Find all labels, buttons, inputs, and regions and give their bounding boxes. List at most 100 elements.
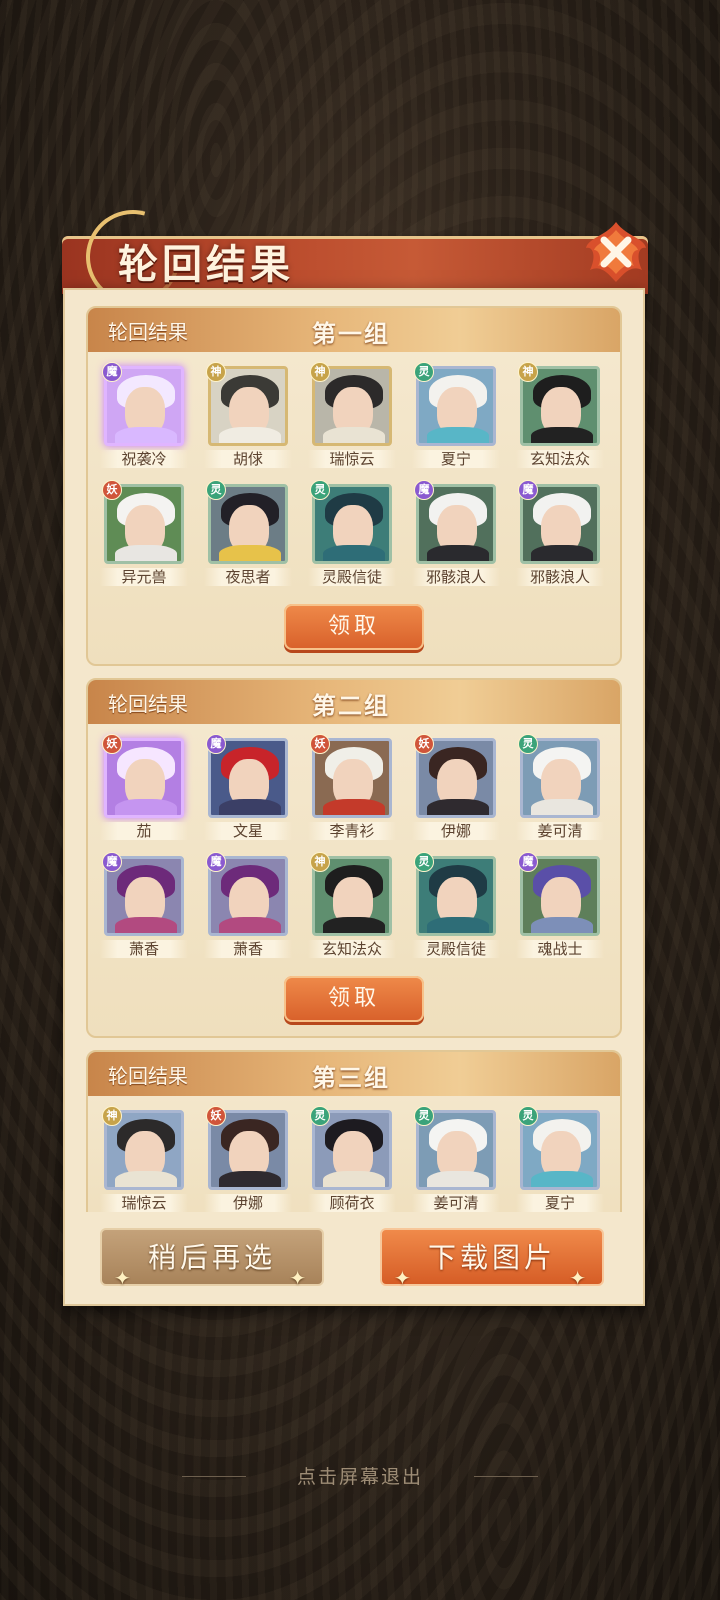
character-name: 伊娜 (204, 1194, 292, 1212)
character-card[interactable]: 妖伊娜 (412, 734, 500, 842)
claim-button[interactable]: 领取 (284, 604, 424, 650)
character-card[interactable]: 灵灵殿信徒 (308, 480, 396, 588)
faction-badge: 神 (102, 1106, 122, 1126)
claim-button[interactable]: 领取 (284, 976, 424, 1022)
character-card[interactable]: 神玄知法众 (516, 362, 604, 470)
faction-badge: 魔 (102, 362, 122, 382)
faction-badge: 灵 (310, 1106, 330, 1126)
group-name: 第三组 (312, 1063, 390, 1092)
group-header: 轮回结果 第一组 (88, 308, 620, 352)
character-name: 胡俅 (204, 450, 292, 468)
faction-badge: 妖 (206, 1106, 226, 1126)
portrait-body (531, 545, 593, 561)
character-card[interactable]: 魔萧香 (204, 852, 292, 960)
character-name: 邪骸浪人 (412, 568, 500, 586)
portrait-body (427, 1171, 489, 1187)
character-card[interactable]: 神瑞惊云 (100, 1106, 188, 1212)
faction-badge: 灵 (206, 480, 226, 500)
portrait-body (323, 427, 385, 443)
character-name: 姜可清 (516, 822, 604, 840)
claim-area: 领取 (88, 588, 620, 664)
character-card[interactable]: 魔祝袭冷 (100, 362, 188, 470)
portrait-body (219, 427, 281, 443)
group-header: 轮回结果 第二组 (88, 680, 620, 724)
portrait-body (427, 545, 489, 561)
faction-badge: 神 (310, 852, 330, 872)
character-card[interactable]: 灵灵殿信徒 (412, 852, 500, 960)
faction-badge: 魔 (102, 852, 122, 872)
character-name: 萧香 (100, 940, 188, 958)
faction-badge: 魔 (414, 480, 434, 500)
character-name: 玄知法众 (308, 940, 396, 958)
page-title: 轮回结果 (118, 241, 294, 288)
character-card[interactable]: 魔邪骸浪人 (412, 480, 500, 588)
character-name: 灵殿信徒 (412, 940, 500, 958)
character-card[interactable]: 灵姜可清 (516, 734, 604, 842)
character-name: 祝袭冷 (100, 450, 188, 468)
character-card[interactable]: 魔邪骸浪人 (516, 480, 604, 588)
portrait-body (115, 799, 177, 815)
faction-badge: 妖 (102, 480, 122, 500)
character-name: 李青衫 (308, 822, 396, 840)
portrait-body (115, 545, 177, 561)
character-card[interactable]: 灵夜思者 (204, 480, 292, 588)
portrait-body (115, 917, 177, 933)
faction-badge: 妖 (310, 734, 330, 754)
group-name: 第一组 (312, 319, 390, 348)
group-header-label: 轮回结果 (108, 320, 188, 344)
character-card[interactable]: 妖伊娜 (204, 1106, 292, 1212)
hint-divider (474, 1476, 538, 1477)
character-name: 邪骸浪人 (516, 568, 604, 586)
character-card[interactable]: 魔萧香 (100, 852, 188, 960)
portrait-body (115, 1171, 177, 1187)
character-card[interactable]: 灵姜可清 (412, 1106, 500, 1212)
result-group: 轮回结果 第一组魔祝袭冷神胡俅神瑞惊云灵夏宁神玄知法众妖异元兽灵夜思者灵灵殿信徒魔… (86, 306, 622, 666)
faction-badge: 神 (518, 362, 538, 382)
claim-area: 领取 (88, 960, 620, 1036)
faction-badge: 妖 (414, 734, 434, 754)
download-image-button[interactable]: ✦ 下载图片 ✦ (380, 1228, 604, 1290)
character-card[interactable]: 灵顾荷衣 (308, 1106, 396, 1212)
character-card[interactable]: 灵夏宁 (516, 1106, 604, 1212)
character-card[interactable]: 魔魂战士 (516, 852, 604, 960)
faction-badge: 魔 (206, 852, 226, 872)
portrait-body (323, 917, 385, 933)
character-name: 魂战士 (516, 940, 604, 958)
character-card[interactable]: 神瑞惊云 (308, 362, 396, 470)
character-card[interactable]: 妖茄 (100, 734, 188, 842)
faction-badge: 神 (310, 362, 330, 382)
character-name: 灵殿信徒 (308, 568, 396, 586)
character-name: 瑞惊云 (308, 450, 396, 468)
character-card[interactable]: 神胡俅 (204, 362, 292, 470)
close-icon (586, 222, 646, 282)
portrait-body (531, 917, 593, 933)
character-card[interactable]: 魔文星 (204, 734, 292, 842)
portrait-body (115, 427, 177, 443)
portrait-body (219, 1171, 281, 1187)
character-name: 文星 (204, 822, 292, 840)
faction-badge: 灵 (518, 734, 538, 754)
character-card[interactable]: 神玄知法众 (308, 852, 396, 960)
faction-badge: 魔 (206, 734, 226, 754)
character-name: 姜可清 (412, 1194, 500, 1212)
character-name: 玄知法众 (516, 450, 604, 468)
group-name: 第二组 (312, 691, 390, 720)
faction-badge: 魔 (518, 480, 538, 500)
portrait-body (531, 427, 593, 443)
faction-badge: 灵 (518, 1106, 538, 1126)
portrait-body (531, 1171, 593, 1187)
close-button[interactable] (582, 218, 650, 286)
character-card[interactable]: 妖李青衫 (308, 734, 396, 842)
character-card[interactable]: 妖异元兽 (100, 480, 188, 588)
groups-scroll-area[interactable]: 轮回结果 第一组魔祝袭冷神胡俅神瑞惊云灵夏宁神玄知法众妖异元兽灵夜思者灵灵殿信徒魔… (84, 306, 624, 1212)
result-group: 轮回结果 第三组神瑞惊云妖伊娜灵顾荷衣灵姜可清灵夏宁 (86, 1050, 622, 1212)
group-header-label: 轮回结果 (108, 1064, 188, 1088)
character-card[interactable]: 灵夏宁 (412, 362, 500, 470)
choose-later-button[interactable]: ✦ 稍后再选 ✦ (100, 1228, 324, 1290)
portrait-body (323, 799, 385, 815)
character-name: 瑞惊云 (100, 1194, 188, 1212)
sparkle-icon: ✦ (569, 1266, 590, 1290)
faction-badge: 妖 (102, 734, 122, 754)
faction-badge: 灵 (310, 480, 330, 500)
portrait-body (323, 1171, 385, 1187)
